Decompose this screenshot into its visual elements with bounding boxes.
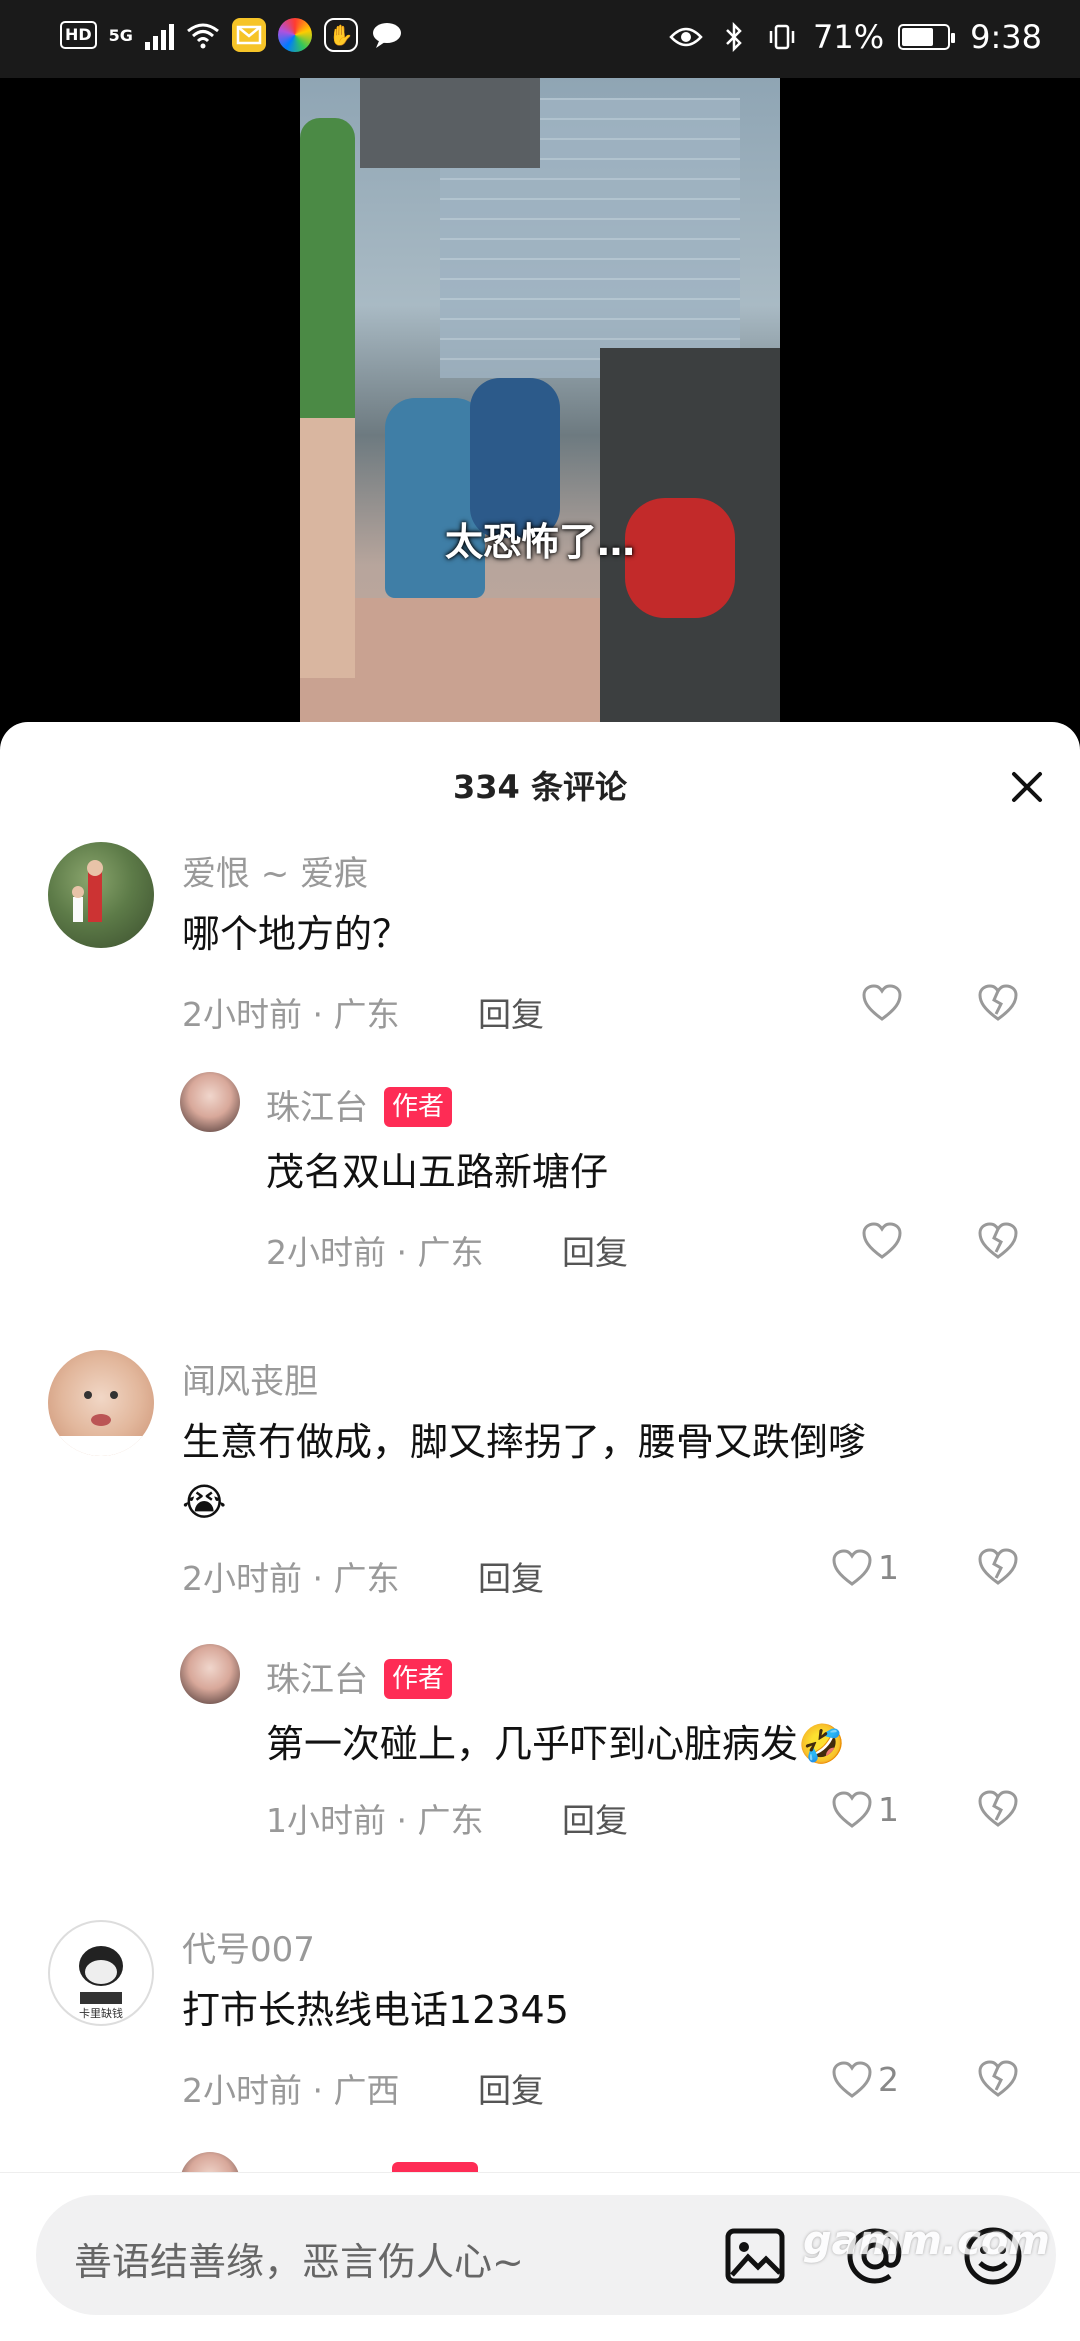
like-button[interactable]: 1 [832, 1790, 899, 1829]
comment-text: 哪个地方的？ [182, 912, 411, 956]
video-scene-hood [360, 78, 540, 168]
avatar[interactable] [48, 1350, 154, 1456]
comment-meta: 2小时前 · 广东 [182, 1559, 400, 1598]
comment-input-placeholder: 善语结善缘，恶言伤人心~ [74, 2240, 524, 2284]
mail-app-icon [231, 18, 266, 52]
comment-text: 生意冇做成，脚又摔拐了，腰骨又跌倒嗲 [182, 1420, 867, 1464]
heart-icon [832, 2060, 872, 2098]
signal-icon [144, 20, 174, 50]
photo-app-icon [277, 18, 312, 52]
battery-percent: 71% [813, 18, 885, 56]
status-icons-right: 71% 9:38 [669, 18, 1042, 56]
broken-heart-icon [978, 2060, 1018, 2097]
reply-button[interactable]: 回复 [562, 1794, 628, 1842]
reply-username-text: 珠江台 [266, 1660, 368, 1700]
close-button[interactable] [1002, 762, 1052, 812]
like-count: 1 [878, 1548, 899, 1587]
reply-username[interactable]: 珠江台 作者 [266, 1652, 453, 1701]
reply-text: 茂名双山五路新塘仔 [266, 1150, 609, 1194]
comment-meta: 2小时前 · 广西 [182, 2071, 400, 2110]
avatar[interactable] [180, 1644, 240, 1704]
close-icon [1012, 772, 1042, 802]
reply-button[interactable]: 回复 [478, 988, 544, 1036]
avatar[interactable]: 卡里缺钱 [48, 1920, 154, 2026]
dislike-button[interactable] [978, 2060, 1018, 2102]
video-scene-person [300, 118, 355, 678]
dislike-button[interactable] [978, 984, 1018, 1026]
image-icon[interactable] [722, 2223, 788, 2289]
reply-button[interactable]: 回复 [562, 1226, 628, 1274]
broken-heart-icon [978, 1222, 1018, 1259]
reply-button[interactable]: 回复 [478, 1552, 544, 1600]
video-frame[interactable]: 太恐怖了… [300, 78, 780, 728]
broken-heart-icon [978, 1548, 1018, 1585]
comment-text-emoji: 😭 [182, 1480, 227, 1524]
status-icons-left: HD 5G ✋ [60, 18, 404, 52]
author-badge: 作者 [384, 1659, 453, 1699]
clock-time: 9:38 [970, 18, 1042, 56]
wifi-icon [186, 18, 220, 52]
dislike-button[interactable] [978, 1222, 1018, 1264]
hd-icon: HD [60, 21, 97, 49]
avatar[interactable] [48, 842, 154, 948]
status-bar: HD 5G ✋ 71% 9:38 [0, 0, 1080, 78]
video-player[interactable]: 太恐怖了… [0, 78, 1080, 728]
vibrate-icon [765, 20, 799, 54]
heart-icon [832, 1548, 872, 1586]
comment-username[interactable]: 闻风丧胆 [182, 1354, 318, 1403]
watermark: gamm.com [802, 2218, 1050, 2264]
reply-username-text: 珠江台 [266, 1088, 368, 1128]
network-type-label: 5G [108, 25, 133, 45]
dislike-button[interactable] [978, 1790, 1018, 1832]
comments-sheet: 334 条评论 爱恨 ~ 爱痕 哪个地方的？ 2小时前 · 广东 回复 珠江台作… [0, 722, 1080, 2340]
heart-icon [832, 1790, 872, 1828]
comments-count-title: 334 条评论 [453, 768, 627, 806]
comment-meta: 2小时前 · 广东 [182, 995, 400, 1034]
avatar[interactable] [180, 1072, 240, 1132]
like-button[interactable]: 2 [832, 2060, 899, 2099]
svg-text:卡里缺钱: 卡里缺钱 [79, 2006, 123, 2020]
like-button[interactable] [862, 984, 908, 1022]
author-badge: 作者 [384, 1087, 453, 1127]
broken-heart-icon [978, 984, 1018, 1021]
heart-icon [862, 1222, 902, 1259]
battery-icon [898, 24, 956, 50]
eye-icon [669, 20, 703, 54]
reply-button[interactable]: 回复 [478, 2064, 544, 2112]
like-count: 1 [878, 1790, 899, 1829]
bluetooth-icon [717, 20, 751, 54]
comment-username[interactable]: 代号007 [182, 1922, 315, 1971]
like-button[interactable] [862, 1222, 908, 1260]
like-button[interactable]: 1 [832, 1548, 899, 1587]
reply-text: 第一次碰上，几乎吓到心脏病发🤣 [266, 1722, 846, 1766]
hand-app-icon: ✋ [323, 18, 358, 52]
heart-icon [862, 984, 902, 1021]
dislike-button[interactable] [978, 1548, 1018, 1590]
like-count: 2 [878, 2060, 899, 2099]
reply-meta: 1小时前 · 广东 [266, 1801, 484, 1840]
broken-heart-icon [978, 1790, 1018, 1827]
comment-username[interactable]: 爱恨 ~ 爱痕 [182, 846, 368, 895]
chat-app-icon [370, 18, 404, 52]
video-caption: 太恐怖了… [444, 520, 635, 564]
comment-text: 打市长热线电话12345 [182, 1988, 569, 2032]
reply-meta: 2小时前 · 广东 [266, 1233, 484, 1272]
reply-username[interactable]: 珠江台 作者 [266, 1080, 453, 1129]
